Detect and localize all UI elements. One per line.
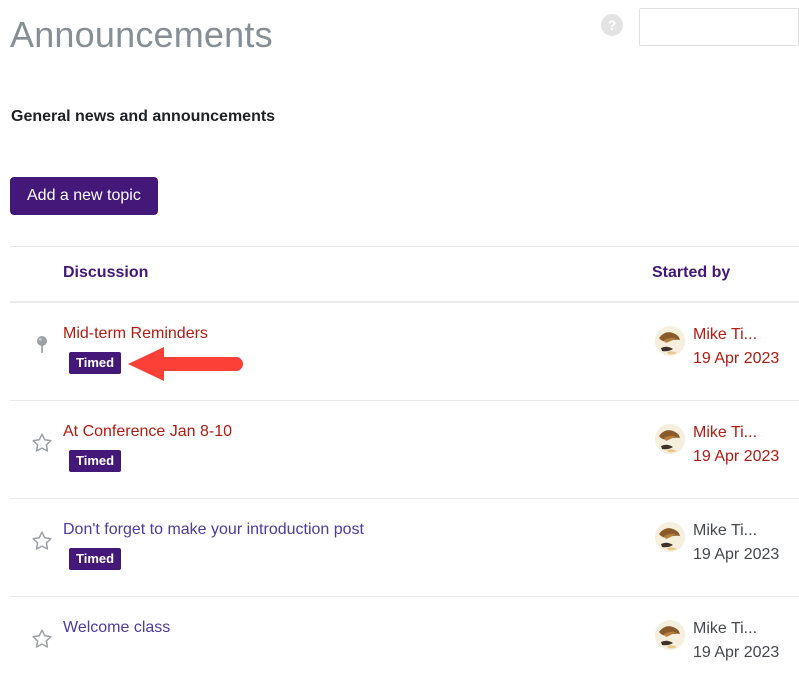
starter-name[interactable]: Mike Ti... (693, 519, 779, 543)
forum-description: General news and announcements (11, 108, 276, 125)
started-by-cell: Mike Ti... 19 Apr 2023 (655, 617, 779, 665)
discussion-subject-link[interactable]: At Conference Jan 8-10 (63, 421, 232, 443)
header-tools: ? (601, 8, 799, 46)
starter-name[interactable]: Mike Ti... (693, 323, 779, 347)
avatar[interactable] (655, 424, 685, 454)
starter-name[interactable]: Mike Ti... (693, 421, 779, 445)
pin-icon[interactable] (30, 333, 54, 357)
table-header-row: Discussion Started by (10, 246, 799, 303)
star-icon[interactable] (30, 529, 54, 553)
avatar[interactable] (655, 620, 685, 650)
table-row: Mid-term Reminders Timed Mike Ti... 19 A… (10, 303, 799, 401)
starter-date[interactable]: 19 Apr 2023 (693, 347, 779, 371)
discussion-subject-link[interactable]: Mid-term Reminders (63, 323, 208, 345)
question-mark-icon[interactable]: ? (601, 14, 623, 36)
table-row: Welcome class Mike Ti... 19 Apr 2023 (10, 597, 799, 694)
star-icon[interactable] (30, 627, 54, 651)
discussion-subject-link[interactable]: Welcome class (63, 617, 170, 639)
started-by-cell: Mike Ti... 19 Apr 2023 (655, 519, 779, 567)
star-icon[interactable] (30, 431, 54, 455)
status-badge: Timed (69, 352, 122, 374)
add-new-topic-button[interactable]: Add a new topic (10, 177, 158, 215)
starter-info: Mike Ti... 19 Apr 2023 (693, 323, 779, 371)
starter-date[interactable]: 19 Apr 2023 (693, 641, 779, 665)
starter-info: Mike Ti... 19 Apr 2023 (693, 421, 779, 469)
table-row: At Conference Jan 8-10 Timed Mike Ti... … (10, 401, 799, 499)
discussion-subject-link[interactable]: Don't forget to make your introduction p… (63, 519, 364, 541)
avatar[interactable] (655, 522, 685, 552)
starter-name[interactable]: Mike Ti... (693, 617, 779, 641)
starter-date[interactable]: 19 Apr 2023 (693, 445, 779, 469)
starter-info: Mike Ti... 19 Apr 2023 (693, 617, 779, 665)
header-search-input[interactable] (639, 8, 799, 46)
status-badge: Timed (69, 450, 122, 472)
avatar[interactable] (655, 326, 685, 356)
column-header-started-by[interactable]: Started by (652, 264, 730, 282)
table-row: Don't forget to make your introduction p… (10, 499, 799, 597)
starter-info: Mike Ti... 19 Apr 2023 (693, 519, 779, 567)
column-header-discussion[interactable]: Discussion (63, 264, 148, 282)
page-title: Announcements (10, 14, 273, 55)
page-header: Announcements ? (0, 0, 799, 96)
discussions-table: Discussion Started by Mid-term Reminders… (10, 246, 799, 694)
starter-date[interactable]: 19 Apr 2023 (693, 543, 779, 567)
started-by-cell: Mike Ti... 19 Apr 2023 (655, 421, 779, 469)
started-by-cell: Mike Ti... 19 Apr 2023 (655, 323, 779, 371)
status-badge: Timed (69, 548, 122, 570)
